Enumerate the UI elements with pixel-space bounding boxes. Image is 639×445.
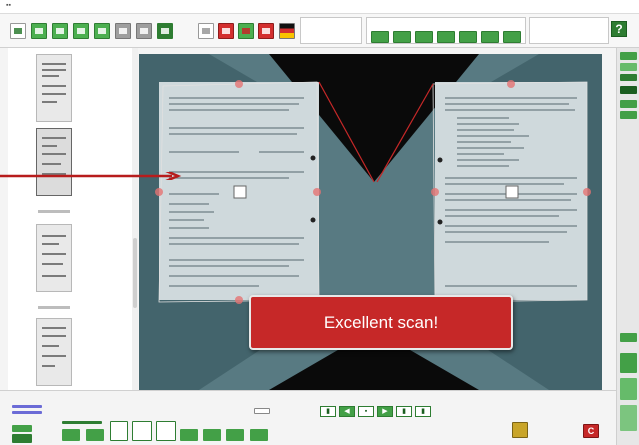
close-app-icon[interactable]: C — [583, 424, 599, 438]
page-icon[interactable] — [198, 23, 214, 39]
edit-icon[interactable] — [136, 23, 152, 39]
small-green-button-2[interactable] — [12, 434, 32, 443]
title-bar: ▪▪ — [0, 0, 639, 14]
fit-button[interactable] — [620, 74, 637, 81]
setting-button-4[interactable] — [437, 31, 455, 43]
folder-icon[interactable] — [512, 422, 528, 438]
bottom-button-3[interactable] — [180, 429, 198, 441]
zoom-out-button[interactable] — [620, 63, 637, 71]
page-thumbnail[interactable] — [36, 224, 72, 292]
side-button-1[interactable] — [620, 333, 637, 342]
image-icon[interactable] — [115, 23, 131, 39]
setting-button-1[interactable] — [371, 31, 389, 43]
end-page-icon[interactable]: ▮ — [415, 406, 431, 417]
right-toolbar — [616, 48, 639, 445]
save-icon[interactable] — [157, 23, 173, 39]
bottom-toolbar: C — [0, 390, 616, 445]
right-move-handle-icon — [505, 185, 519, 199]
last-page-icon[interactable]: ▮ — [396, 406, 412, 417]
current-page-icon[interactable]: ▪ — [358, 406, 374, 417]
layout-book-button[interactable] — [156, 421, 176, 441]
first-page-icon[interactable]: ▮ — [320, 406, 336, 417]
help-icon[interactable]: ? — [611, 21, 627, 37]
thumbnail-caption — [38, 306, 70, 309]
rotate-right-icon[interactable] — [52, 23, 68, 39]
scan-info-box — [300, 17, 362, 44]
setting-button-2[interactable] — [393, 31, 411, 43]
option-button-2[interactable] — [620, 111, 637, 119]
side-button-2[interactable] — [620, 353, 637, 373]
setting-button-5[interactable] — [459, 31, 477, 43]
bottom-button-4[interactable] — [203, 429, 221, 441]
thumbnail-caption — [38, 210, 70, 213]
scanner-app: ▪▪ ? Excellent scan! C ▮ ◀ ▪ ▶ ▮ ▮ — [0, 0, 639, 445]
bottom-button-5[interactable] — [226, 429, 244, 441]
mode-icon[interactable] — [258, 23, 274, 39]
scrollbar-thumb[interactable] — [133, 238, 137, 308]
profile-box[interactable] — [529, 17, 609, 44]
side-button-4[interactable] — [620, 405, 637, 431]
crop-icon[interactable] — [73, 23, 89, 39]
next-page-icon[interactable]: ▶ — [377, 406, 393, 417]
rotate-left-icon[interactable] — [31, 23, 47, 39]
pointer-arrow-icon — [0, 172, 182, 180]
setting-button-6[interactable] — [481, 31, 499, 43]
setting-button-7[interactable] — [503, 31, 521, 43]
previous-page-icon[interactable]: ◀ — [339, 406, 355, 417]
page-number-field[interactable] — [254, 408, 270, 414]
top-toolbar — [0, 14, 639, 48]
thumbnail-scrollbar[interactable] — [132, 48, 138, 390]
view-button[interactable] — [620, 86, 637, 94]
layout-single-button[interactable] — [110, 421, 128, 441]
status-line-2 — [12, 411, 42, 414]
page-thumbnail[interactable] — [36, 54, 72, 122]
page-thumbnail[interactable] — [36, 128, 72, 196]
page-thumbnail[interactable] — [36, 318, 72, 386]
cancel-icon[interactable] — [218, 23, 234, 39]
app-logo-icon: ▪▪ — [6, 2, 11, 9]
mode-indicator — [62, 421, 102, 424]
scan-icon[interactable] — [10, 23, 26, 39]
bottom-button-1[interactable] — [62, 429, 80, 441]
language-flag-icon[interactable] — [279, 23, 295, 39]
status-line-1 — [12, 405, 42, 408]
zoom-in-button[interactable] — [620, 52, 637, 60]
left-move-handle-icon — [233, 185, 247, 199]
thumbnail-panel — [8, 48, 138, 390]
layout-double-button[interactable] — [132, 421, 152, 441]
split-icon[interactable] — [94, 23, 110, 39]
option-button-1[interactable] — [620, 100, 637, 108]
setting-button-3[interactable] — [415, 31, 433, 43]
scan-quality-toast: Excellent scan! — [249, 295, 513, 350]
bottom-button-2[interactable] — [86, 429, 104, 441]
color-icon[interactable] — [238, 23, 254, 39]
small-green-button-1[interactable] — [12, 425, 32, 432]
side-button-3[interactable] — [620, 378, 637, 400]
bottom-button-6[interactable] — [250, 429, 268, 441]
